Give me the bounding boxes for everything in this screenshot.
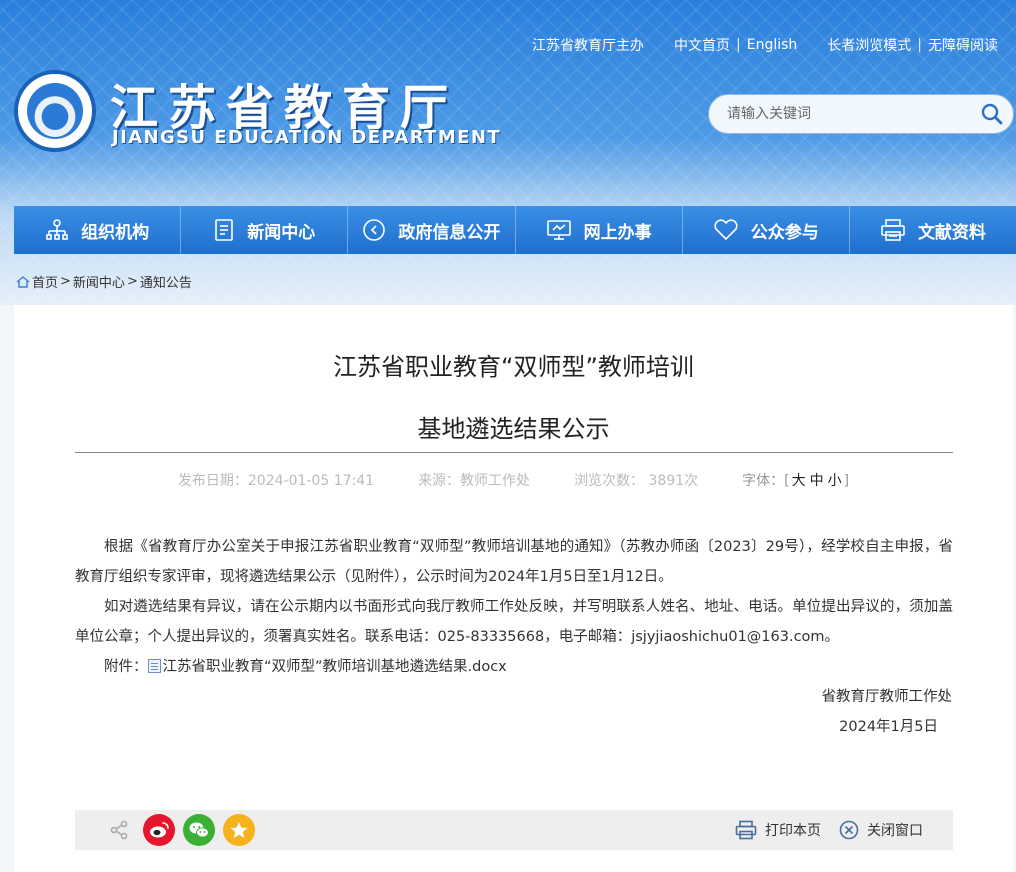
nav-label: 新闻中心 — [247, 222, 316, 243]
printer-icon — [881, 219, 905, 241]
nav-item-news[interactable]: 新闻中心 — [181, 206, 349, 254]
title-divider — [75, 452, 953, 453]
nav-label: 组织机构 — [81, 222, 150, 243]
top-link-separator: | — [917, 37, 922, 53]
home-icon — [16, 275, 30, 288]
nav-item-gov-info[interactable]: 政府信息公开 — [348, 206, 516, 254]
attachment-line: 附件： 江苏省职业教育“双师型”教师培训基地遴选结果.docx — [75, 652, 953, 682]
accessible-reading-link[interactable]: 无障碍阅读 — [922, 35, 1004, 55]
search-button[interactable] — [971, 94, 1013, 134]
publish-date: 发布日期：2024-01-05 17:41 — [177, 473, 375, 489]
article-container: 江苏省职业教育“双师型”教师培训 基地遴选结果公示 发布日期：2024-01-0… — [14, 305, 1013, 872]
nav-label: 政府信息公开 — [398, 222, 501, 243]
top-link-separator: | — [736, 37, 741, 53]
document-icon — [215, 219, 234, 241]
top-links: 江苏省教育厅主办 中文首页 | English 长者浏览模式 | 无障碍阅读 — [526, 34, 1004, 56]
sponsor-text: 江苏省教育厅主办 — [532, 38, 644, 54]
breadcrumb-sep: > — [60, 274, 71, 289]
print-label: 打印本页 — [765, 823, 821, 839]
nav-item-documents[interactable]: 文献资料 — [849, 206, 1016, 254]
nav-item-organization[interactable]: 组织机构 — [14, 206, 182, 254]
share-icon — [110, 820, 128, 840]
wechat-icon — [189, 822, 209, 838]
breadcrumb-notice[interactable]: 通知公告 — [140, 272, 192, 291]
breadcrumb-sep: > — [126, 274, 138, 289]
nav-label: 文献资料 — [917, 222, 986, 243]
print-page-button[interactable]: 打印本页 — [735, 820, 821, 840]
font-small-button[interactable]: 小 — [826, 473, 844, 489]
home-link[interactable]: 中文首页 — [668, 35, 736, 55]
weibo-icon — [150, 822, 169, 838]
org-chart-icon — [46, 219, 68, 240]
view-count: 浏览次数： 3891次 — [574, 473, 699, 489]
page-tools: 打印本页 关闭窗口 — [735, 820, 953, 840]
site-subtitle: JIANGSU EDUCATION DEPARTMENT — [112, 127, 502, 148]
close-icon — [839, 820, 859, 840]
nav-label: 公众参与 — [750, 222, 819, 243]
font-label: 字体： — [742, 473, 785, 489]
attachment-label: 附件： — [104, 659, 148, 675]
signature-date: 2024年1月5日 — [839, 719, 938, 735]
font-large-button[interactable]: 大 — [790, 473, 808, 489]
signature-org: 省教育厅教师工作处 — [821, 689, 953, 705]
weibo-share-button[interactable] — [143, 814, 175, 846]
article-source: 来源：教师工作处 — [418, 473, 531, 489]
search-box — [708, 94, 1014, 134]
close-window-button[interactable]: 关闭窗口 — [839, 820, 923, 840]
monitor-icon — [546, 220, 571, 240]
article-title-line2: 基地遴选结果公示 — [417, 415, 610, 443]
star-icon — [230, 822, 248, 838]
search-icon — [981, 103, 1003, 125]
info-icon — [363, 219, 386, 241]
elder-mode-link[interactable]: 长者浏览模式 — [821, 35, 917, 55]
nav-label: 网上办事 — [583, 222, 652, 243]
printer-icon — [735, 820, 757, 840]
main-nav: 组织机构 新闻中心 政府信息公开 网上办事 公众参与 文献资料 — [14, 206, 1016, 254]
share-buttons — [75, 814, 255, 846]
article-title-line1: 江苏省职业教育“双师型”教师培训 — [333, 353, 694, 381]
search-input[interactable] — [709, 95, 971, 133]
article-meta: 发布日期：2024-01-05 17:41 来源：教师工作处 浏览次数： 389… — [14, 470, 1013, 490]
font-size-control: 字体：[大中小] — [742, 470, 849, 490]
share-bar: 打印本页 关闭窗口 — [75, 810, 953, 850]
breadcrumb-home[interactable]: 首页 — [32, 272, 58, 291]
qzone-share-button[interactable] — [223, 814, 255, 846]
close-label: 关闭窗口 — [867, 823, 923, 839]
paragraph-2: 如对遴选结果有异议，请在公示期内以书面形式向我厅教师工作处反映，并写明联系人姓名… — [75, 599, 953, 645]
english-link[interactable]: English — [741, 37, 804, 53]
attachment-link[interactable]: 江苏省职业教育“双师型”教师培训基地遴选结果.docx — [163, 659, 507, 675]
docx-file-icon — [147, 659, 161, 673]
article-body: 根据《省教育厅办公室关于申报江苏省职业教育“双师型”教师培训基地的通知》（苏教办… — [75, 532, 953, 682]
font-medium-button[interactable]: 中 — [808, 473, 826, 489]
nav-item-public-participation[interactable]: 公众参与 — [682, 206, 850, 254]
paragraph-1: 根据《省教育厅办公室关于申报江苏省职业教育“双师型”教师培训基地的通知》（苏教办… — [75, 539, 953, 585]
site-header: 江苏省教育厅主办 中文首页 | English 长者浏览模式 | 无障碍阅读 江… — [0, 0, 1016, 305]
logo-emblem[interactable] — [14, 70, 96, 152]
share-button[interactable] — [103, 814, 135, 846]
nav-item-online-service[interactable]: 网上办事 — [515, 206, 683, 254]
breadcrumb-news[interactable]: 新闻中心 — [73, 272, 125, 291]
font-bracket-open: [ — [784, 473, 790, 489]
heart-icon — [714, 219, 738, 241]
breadcrumb: 首页 > 新闻中心 > 通知公告 — [16, 272, 192, 291]
font-bracket-close: ] — [843, 473, 850, 489]
emblem-icon — [27, 83, 83, 139]
wechat-share-button[interactable] — [183, 814, 215, 846]
